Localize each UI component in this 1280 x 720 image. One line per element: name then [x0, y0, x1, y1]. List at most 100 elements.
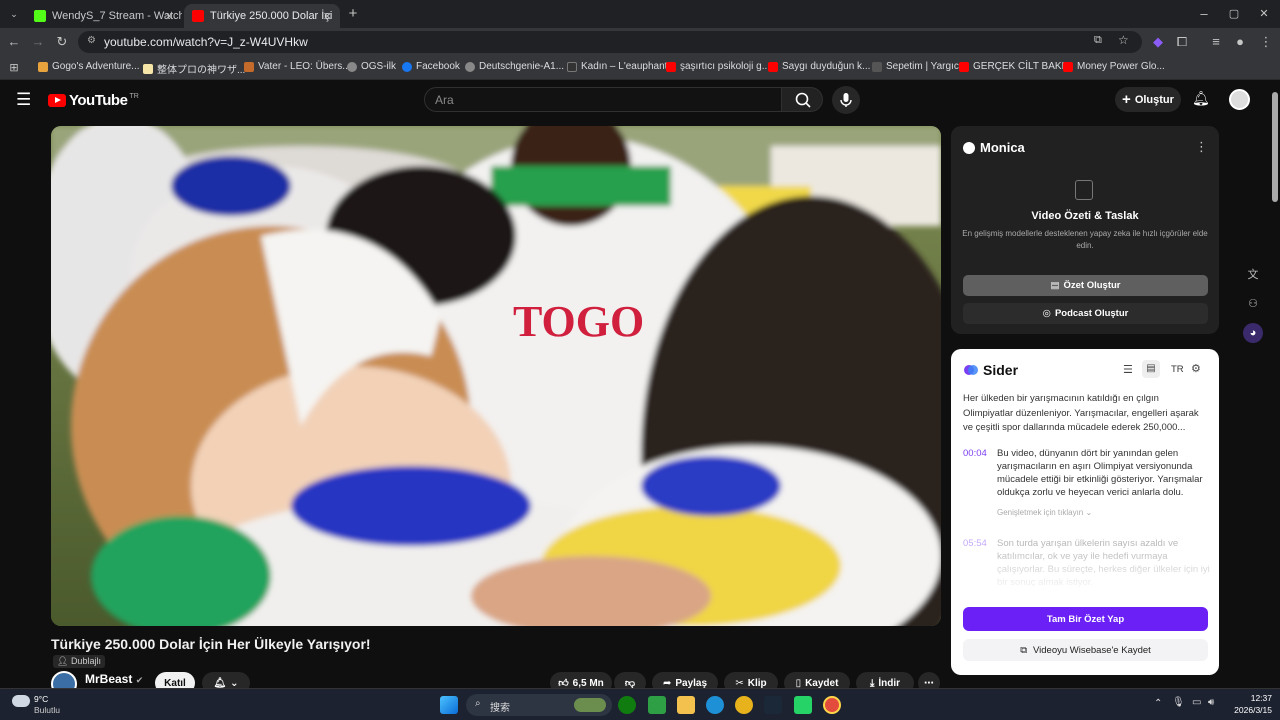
dubbed-badge: 👤︎ Dublajlı: [53, 655, 105, 668]
bookmark-item[interactable]: Vater - LEO: Übers...: [244, 61, 351, 72]
page-scrollbar[interactable]: [1272, 92, 1278, 202]
cloud-weather-icon[interactable]: [12, 695, 30, 707]
more-options-icon[interactable]: ⋮: [1195, 139, 1208, 155]
volume-icon[interactable]: 🔊︎: [1208, 697, 1214, 708]
forward-icon[interactable]: →: [28, 32, 48, 52]
extensions-puzzle-icon[interactable]: ⧠: [1172, 32, 1192, 52]
notifications-bell-icon[interactable]: 🔔︎: [1192, 90, 1210, 107]
video-shirt-text: TOGO: [513, 297, 644, 346]
search-icon: [795, 92, 811, 108]
bookmark-item[interactable]: şaşırtıcı psikoloji g...: [666, 61, 770, 72]
search-button[interactable]: [781, 87, 823, 112]
tray-mic-icon[interactable]: 🎙︎: [1172, 697, 1185, 708]
close-icon[interactable]: ✕: [323, 10, 332, 23]
bookmark-item[interactable]: OGS-ilk: [347, 61, 396, 72]
chrome-active-icon[interactable]: [823, 696, 841, 714]
bookmark-item[interactable]: Gogo's Adventure...: [38, 61, 140, 72]
timestamp-link[interactable]: 05:54: [963, 538, 987, 549]
chrome-icon[interactable]: [735, 696, 753, 714]
tab-wendys-stream[interactable]: WendyS_7 Stream - Watch Li ✕: [26, 4, 182, 28]
list-view-icon[interactable]: ☰: [1123, 363, 1133, 376]
bookmark-item[interactable]: Saygı duyduğun k...: [768, 61, 870, 72]
search-icon: ⌕: [475, 698, 481, 709]
language-selector[interactable]: TR: [1171, 364, 1184, 375]
reload-icon[interactable]: ↻: [52, 32, 72, 52]
timestamp-link[interactable]: 00:04: [963, 448, 987, 459]
bookmark-label: Money Power Glo...: [1077, 61, 1165, 72]
bookmark-item[interactable]: Deutschgenie-A1...: [465, 61, 564, 72]
bookmark-item[interactable]: Money Power Glo...: [1063, 61, 1165, 72]
bookmark-favicon-icon: [38, 61, 48, 72]
channel-name[interactable]: MrBeast ✔: [85, 672, 143, 686]
tab-search-icon[interactable]: ⌄: [4, 4, 24, 24]
bookmark-item[interactable]: Kadın – L'eauphant: [567, 61, 667, 72]
bookmark-item[interactable]: GERÇEK CİLT BAKI...: [959, 61, 1073, 72]
translate-icon[interactable]: 文: [1243, 265, 1263, 285]
youtube-wordmark: YouTube: [69, 92, 128, 109]
save-to-wisebase-button[interactable]: ⧉ Videoyu Wisebase'e Kaydet: [963, 639, 1208, 661]
menu-dots-icon[interactable]: ⋮: [1256, 32, 1276, 52]
create-podcast-button[interactable]: ◎ Podcast Oluştur: [963, 303, 1208, 324]
avatar[interactable]: [1229, 89, 1250, 110]
xbox-icon[interactable]: [618, 696, 636, 714]
join-label: Katıl: [164, 677, 186, 689]
clock-time[interactable]: 12:37: [1230, 693, 1272, 703]
windows-start-icon[interactable]: [440, 696, 458, 714]
bookmarks-bar: ⊞ Gogo's Adventure... 整体プロの神ワザ... Vater …: [0, 56, 1280, 80]
green-app-icon[interactable]: [648, 696, 666, 714]
hamburger-menu-icon[interactable]: ☰: [16, 90, 31, 110]
full-summary-label: Tam Bir Özet Yap: [1046, 613, 1125, 625]
expand-link[interactable]: Genişletmek için tıklayın ⌄: [997, 508, 1092, 517]
profile-icon[interactable]: ●: [1230, 32, 1250, 52]
fade-overlay: [951, 549, 1219, 594]
restore-icon[interactable]: ▢: [1224, 4, 1244, 24]
bookmark-item[interactable]: 整体プロの神ワザ...: [143, 61, 245, 76]
edge-icon[interactable]: [706, 696, 724, 714]
youtube-logo[interactable]: YouTube TR: [48, 92, 139, 109]
browser-toolbar: ← → ↻ ⚙ youtube.com/watch?v=J_z-W4UVHkw …: [0, 28, 1280, 56]
wechat-icon[interactable]: [794, 696, 812, 714]
tools-icon[interactable]: ⚇: [1243, 294, 1263, 314]
bookmark-label: Vater - LEO: Übers...: [258, 61, 351, 72]
reading-list-icon[interactable]: ≡: [1206, 32, 1226, 52]
apps-grid-icon[interactable]: ⊞: [4, 58, 24, 78]
bookmark-favicon-icon: [872, 61, 882, 72]
bookmark-item[interactable]: Sepetim | Yargıcı: [872, 61, 962, 72]
dubbed-icon: 👤︎: [57, 656, 71, 666]
install-icon[interactable]: ⧉: [1094, 34, 1102, 47]
monica-heading: Video Özeti & Taslak: [1031, 210, 1139, 222]
clock-date[interactable]: 2026/3/15: [1222, 705, 1272, 715]
save-to-wisebase-label: Videoyu Wisebase'e Kaydet: [1032, 644, 1151, 656]
scissors-icon: ✂: [735, 677, 744, 689]
create-label: Oluştur: [1134, 93, 1174, 106]
video-player[interactable]: TOGO: [51, 126, 941, 626]
address-bar[interactable]: ⚙ youtube.com/watch?v=J_z-W4UVHkw ⧉ ☆: [78, 31, 1142, 53]
browser-tab-strip: ⌄ WendyS_7 Stream - Watch Li ✕ Türkiye 2…: [0, 0, 1280, 28]
share-label: Paylaş: [675, 677, 708, 689]
tray-overflow-icon[interactable]: ⌃: [1154, 698, 1162, 709]
steam-icon[interactable]: [764, 696, 782, 714]
network-icon[interactable]: ▭: [1192, 697, 1201, 708]
settings-gear-icon[interactable]: ⚙: [1191, 362, 1201, 375]
new-tab-icon[interactable]: +: [343, 4, 363, 24]
taskbar-search[interactable]: ⌕ 搜索: [466, 694, 612, 716]
file-explorer-icon[interactable]: [677, 696, 695, 714]
minimize-icon[interactable]: –: [1194, 4, 1214, 24]
create-summary-button[interactable]: ▤ Özet Oluştur: [963, 275, 1208, 296]
full-summary-button[interactable]: Tam Bir Özet Yap: [963, 607, 1208, 631]
tab-youtube-video[interactable]: Türkiye 250.000 Dolar İçi ✕: [184, 4, 340, 28]
create-button[interactable]: + Oluştur: [1115, 87, 1181, 112]
extension-icon[interactable]: ◆: [1148, 32, 1168, 52]
close-icon[interactable]: ✕: [165, 10, 174, 23]
site-info-icon[interactable]: ⚙: [87, 35, 96, 46]
card-view-icon[interactable]: ▤: [1142, 360, 1160, 378]
bookmark-star-icon[interactable]: ☆: [1118, 33, 1129, 47]
bookmark-item[interactable]: Facebook: [402, 61, 460, 72]
monica-sidebar-icon[interactable]: ◕: [1243, 323, 1263, 343]
bookmark-label: Sepetim | Yargıcı: [886, 61, 962, 72]
save-label: Kaydet: [805, 677, 839, 689]
window-close-icon[interactable]: ✕: [1254, 4, 1274, 24]
search-input[interactable]: Ara: [424, 87, 782, 112]
voice-search-button[interactable]: [832, 86, 860, 114]
back-icon[interactable]: ←: [4, 32, 24, 52]
